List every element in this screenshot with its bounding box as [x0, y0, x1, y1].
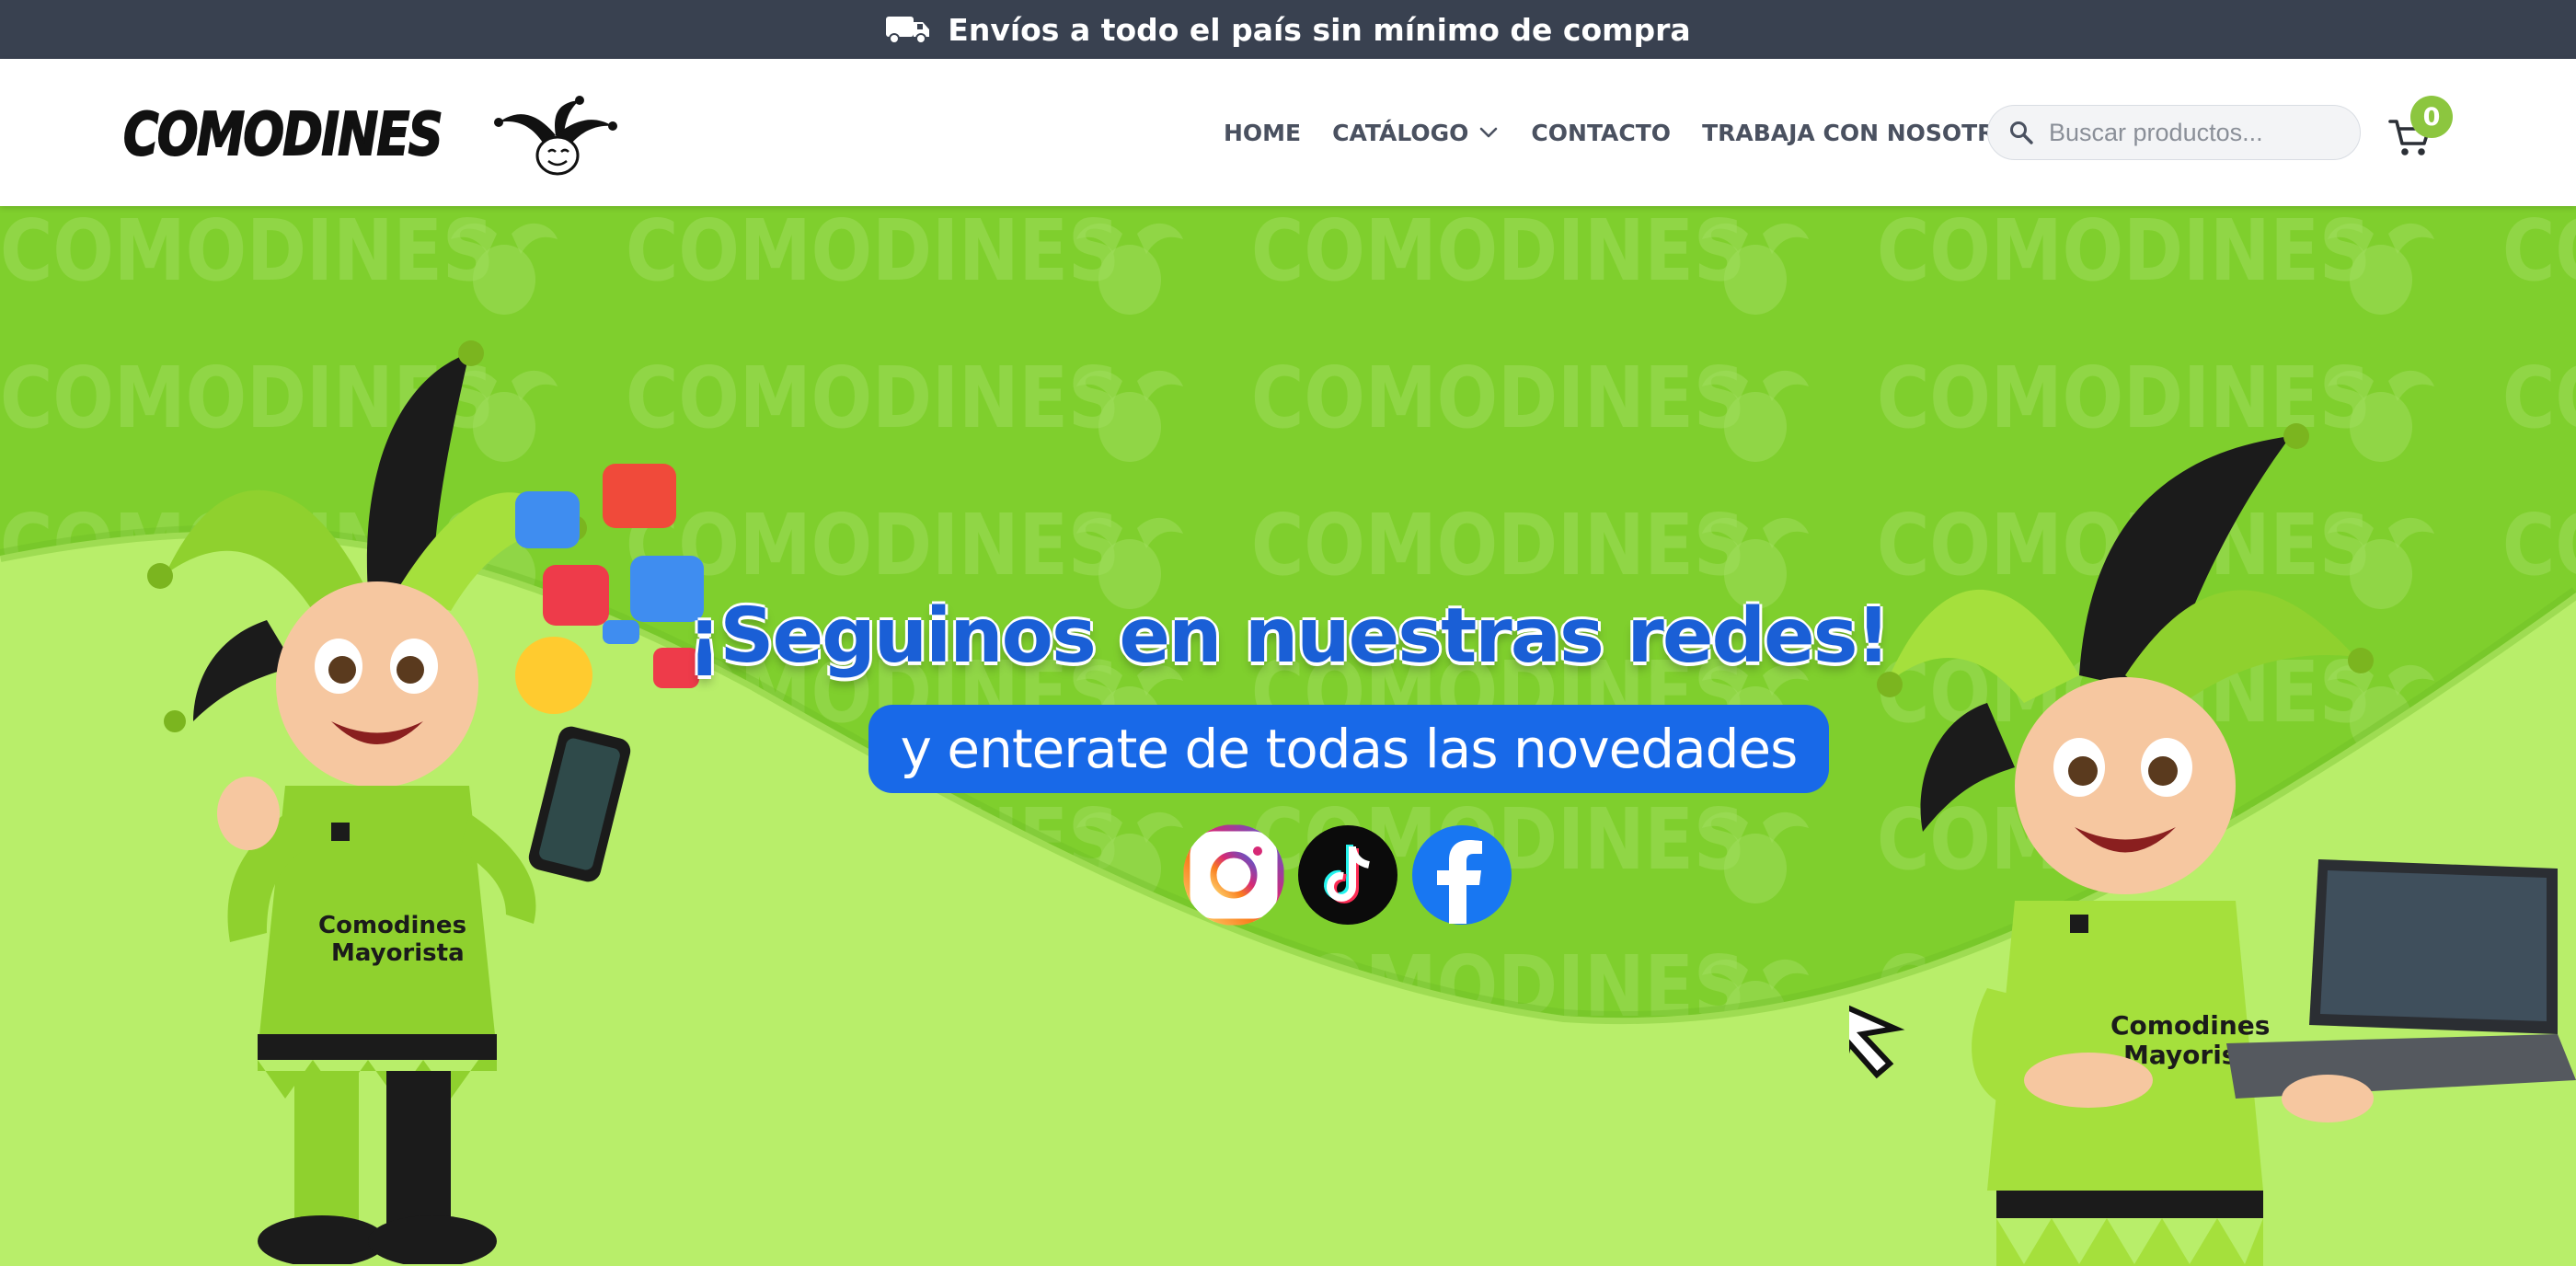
logo-wordmark: COMODINES	[122, 100, 443, 170]
mascot-left: Comodines Mayorista	[147, 340, 704, 1264]
facebook-icon[interactable]	[1411, 824, 1512, 926]
search-input[interactable]	[2049, 118, 2343, 147]
site-logo[interactable]: COMODINES	[122, 94, 620, 177]
jester-hat-icon	[493, 96, 617, 176]
chevron-down-icon	[1480, 127, 1498, 138]
announcement-bar: Envíos a todo el país sin mínimo de comp…	[0, 0, 2576, 59]
hero-subheadline: y enterate de todas las novedades	[868, 705, 1829, 793]
hero-banner[interactable]: COMODINES Comodines Mayorista	[0, 206, 2576, 1266]
site-header: COMODINES HOME CATÁLOGO CONTACTO TRABAJA…	[0, 59, 2576, 206]
mascot-left-shirt-line1: Comodines	[318, 912, 466, 939]
social-links	[1183, 824, 1512, 926]
truck-icon	[886, 17, 930, 44]
hero-headline: ¡Seguinos en nuestras redes!	[687, 593, 1891, 680]
nav-item-trabaja[interactable]: TRABAJA CON NOSOTROS	[1702, 120, 2031, 146]
mascot-left-shirt-line2: Mayorista	[331, 939, 465, 967]
nav-item-catalogo-label: CATÁLOGO	[1332, 119, 1469, 146]
mascot-right-shirt-line1: Comodines	[2110, 1010, 2270, 1041]
tiktok-icon[interactable]	[1297, 824, 1398, 926]
nav-item-catalogo[interactable]: CATÁLOGO	[1332, 120, 1500, 146]
mascot-right: Comodines Mayorista	[1849, 423, 2576, 1266]
cart-count-badge: 0	[2410, 96, 2453, 138]
search-box	[1987, 105, 2361, 160]
instagram-icon[interactable]	[1183, 824, 1284, 926]
search-icon	[2010, 121, 2033, 144]
nav-item-contacto[interactable]: CONTACTO	[1531, 120, 1671, 146]
nav-item-home[interactable]: HOME	[1224, 120, 1301, 146]
announcement-text: Envíos a todo el país sin mínimo de comp…	[948, 11, 1691, 48]
main-nav: HOME CATÁLOGO CONTACTO TRABAJA CON NOSOT…	[1224, 59, 2031, 206]
cart-button[interactable]: 0	[2388, 96, 2453, 162]
